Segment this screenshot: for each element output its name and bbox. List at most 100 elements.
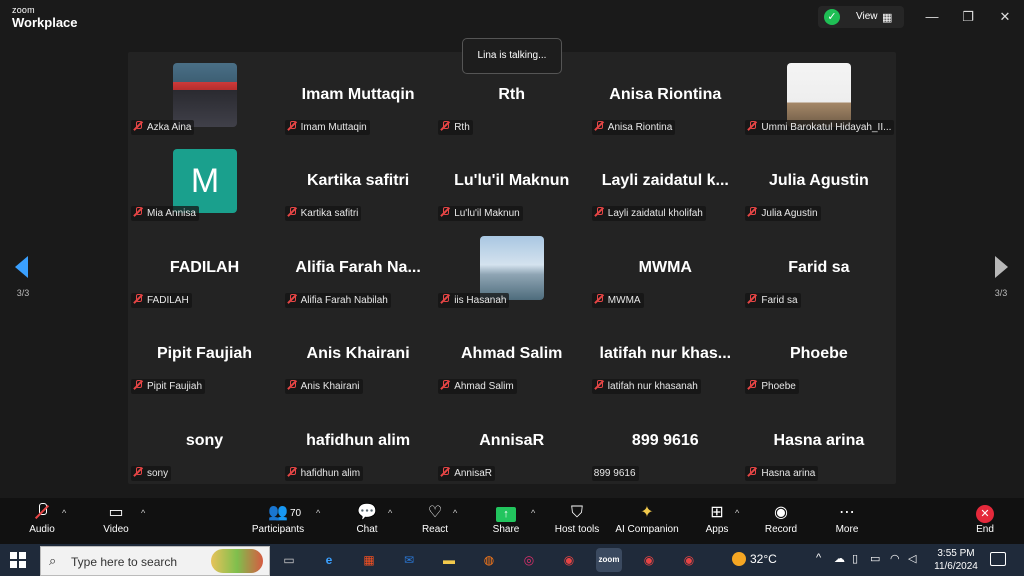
zoom-taskbar-icon[interactable]: zoom [596, 548, 622, 572]
weather-temperature[interactable]: 32°C [750, 552, 777, 566]
participants-button[interactable]: 👥 Participants [248, 498, 308, 544]
participant-name-label: Kartika safitri [284, 206, 362, 222]
participant-tile[interactable]: latifah nur khas... latifah nur khasanah [589, 311, 742, 397]
participant-name: Azka Aina [147, 122, 192, 133]
apps-options-chevron[interactable]: ^ [735, 508, 739, 518]
store-icon[interactable]: ▦ [356, 548, 382, 572]
taskbar-clock[interactable]: 3:55 PM 11/6/2024 [926, 547, 986, 573]
instagram-icon[interactable]: ◎ [516, 548, 542, 572]
participant-name-label: sony [131, 465, 172, 481]
participant-name: iis Hasanah [454, 294, 507, 306]
participant-name-label: hafidhun alim [284, 465, 364, 481]
edge-icon[interactable]: e [316, 548, 342, 572]
participant-tile[interactable]: FADILAH FADILAH [128, 225, 281, 311]
participant-tile[interactable]: 899 9616 899 9616 [589, 398, 742, 484]
wifi-icon[interactable]: ◠ [890, 552, 900, 565]
outlook-icon[interactable]: ✉ [396, 548, 422, 572]
participant-name: AnnisaR [454, 467, 492, 479]
mic-muted-icon [440, 380, 450, 390]
video-options-chevron[interactable]: ^ [141, 508, 145, 518]
participant-tile[interactable]: Ahmad Salim Ahmad Salim [435, 311, 588, 397]
participant-display-name: Rth [498, 86, 526, 103]
mic-muted-icon [747, 380, 757, 390]
participant-tile[interactable]: iis Hasanah [435, 225, 588, 311]
shield-icon: ⛉ [570, 504, 583, 521]
share-button[interactable]: ↑ Share [488, 498, 524, 544]
mic-muted-icon [287, 380, 297, 390]
ai-companion-button[interactable]: ✦ AI Companion [612, 498, 682, 544]
participants-options-chevron[interactable]: ^ [316, 508, 320, 518]
view-label: View [856, 11, 878, 22]
participant-video [480, 235, 545, 300]
participant-name-label: Ummi Barokatul Hidayah_II... [745, 120, 895, 135]
participant-tile[interactable]: MWMA MWMA [589, 225, 742, 311]
minimize-button[interactable]: — [922, 8, 942, 26]
react-button[interactable]: ♡ React [418, 498, 452, 544]
chat-options-chevron[interactable]: ^ [388, 508, 392, 518]
participant-tile[interactable]: Imam Muttaqin Imam Muttaqin [282, 52, 435, 138]
end-meeting-button[interactable]: ✕ End [970, 498, 1000, 544]
search-placeholder: Type here to search [71, 555, 178, 569]
tray-chevron-icon[interactable]: ^ [816, 552, 821, 564]
taskbar-search-box[interactable]: ⌕ Type here to search [40, 546, 270, 576]
next-page-button[interactable]: 3/3 [984, 252, 1018, 302]
participant-tile[interactable]: Julia Agustin Julia Agustin [742, 138, 895, 224]
apps-button[interactable]: ⊞ Apps [702, 498, 732, 544]
participant-display-name: sony [185, 431, 224, 449]
participant-name: Alifia Farah Nabilah [300, 294, 388, 306]
chrome-icon[interactable]: ◉ [636, 548, 662, 572]
audio-options-chevron[interactable]: ^ [62, 508, 66, 518]
participant-name-label: Imam Muttaqin [284, 120, 370, 135]
mic-muted-icon [594, 207, 604, 217]
react-options-chevron[interactable]: ^ [453, 508, 457, 518]
windows-start-icon[interactable] [10, 552, 26, 568]
restore-button[interactable]: ❐ [958, 8, 978, 26]
task-view-icon[interactable]: ▭ [276, 548, 302, 572]
participant-tile[interactable]: Ummi Barokatul Hidayah_II... [742, 52, 895, 138]
page-indicator-left: 3/3 [16, 288, 30, 298]
chat-button[interactable]: 💬 Chat [350, 498, 384, 544]
participant-display-name: hafidhun alim [306, 431, 411, 449]
participant-tile[interactable]: sony sony [128, 398, 281, 484]
participant-tile[interactable]: Azka Aina [128, 52, 281, 138]
record-button[interactable]: ◉ Record [762, 498, 800, 544]
battery-icon[interactable]: ▭ [870, 552, 880, 565]
close-button[interactable]: ✕ [995, 8, 1015, 26]
participant-tile[interactable]: Pipit Faujiah Pipit Faujiah [128, 311, 281, 397]
participant-tile[interactable]: Layli zaidatul k... Layli zaidatul kholif… [589, 138, 742, 224]
view-button[interactable]: ✓ View ▦ [818, 6, 904, 28]
participant-name: Rth [454, 122, 470, 133]
participant-tile[interactable]: hafidhun alim hafidhun alim [282, 398, 435, 484]
host-tools-button[interactable]: ⛉ Host tools [550, 498, 604, 544]
mic-muted-icon [133, 121, 143, 131]
participant-tile[interactable]: AnnisaR AnnisaR [435, 398, 588, 484]
notification-icon[interactable] [990, 552, 1006, 566]
search-icon: ⌕ [49, 553, 57, 568]
file-explorer-icon[interactable]: ▬ [436, 548, 462, 572]
chrome-profile-icon[interactable]: ◉ [556, 548, 582, 572]
participant-name: 899 9616 [593, 467, 636, 479]
participant-tile[interactable]: Farid sa Farid sa [742, 225, 895, 311]
chrome-alt-profile-icon[interactable]: ◉ [676, 548, 702, 572]
mic-muted-icon [133, 380, 143, 390]
participant-tile[interactable]: Phoebe Phoebe [742, 311, 895, 397]
participant-tile[interactable]: Anis Khairani Anis Khairani [282, 311, 435, 397]
participant-tile[interactable]: M Mia Annisa [128, 138, 281, 224]
share-options-chevron[interactable]: ^ [531, 508, 535, 518]
mic-muted-icon [35, 503, 49, 521]
video-button[interactable]: ▭ Video [94, 498, 138, 544]
participant-tile[interactable]: Alifia Farah Na... Alifia Farah Nabilah [282, 225, 435, 311]
volume-icon[interactable]: ◁ [908, 552, 916, 565]
previous-page-button[interactable]: 3/3 [6, 252, 40, 302]
participant-video [173, 63, 237, 127]
firefox-icon[interactable]: ◍ [476, 548, 502, 572]
participant-tile[interactable]: Anisa Riontina Anisa Riontina [589, 52, 742, 138]
more-button[interactable]: ⋯ More [832, 498, 862, 544]
mic-muted-icon [287, 207, 297, 217]
participant-tile[interactable]: Hasna arina Hasna arina [742, 398, 895, 484]
participant-display-name: Phoebe [789, 345, 848, 363]
weather-icon [732, 552, 746, 566]
participant-tile[interactable]: Kartika safitri Kartika safitri [282, 138, 435, 224]
participant-tile[interactable]: Lu'lu'il Maknun Lu'lu'il Maknun [435, 138, 588, 224]
audio-button[interactable]: Audio [20, 498, 64, 544]
